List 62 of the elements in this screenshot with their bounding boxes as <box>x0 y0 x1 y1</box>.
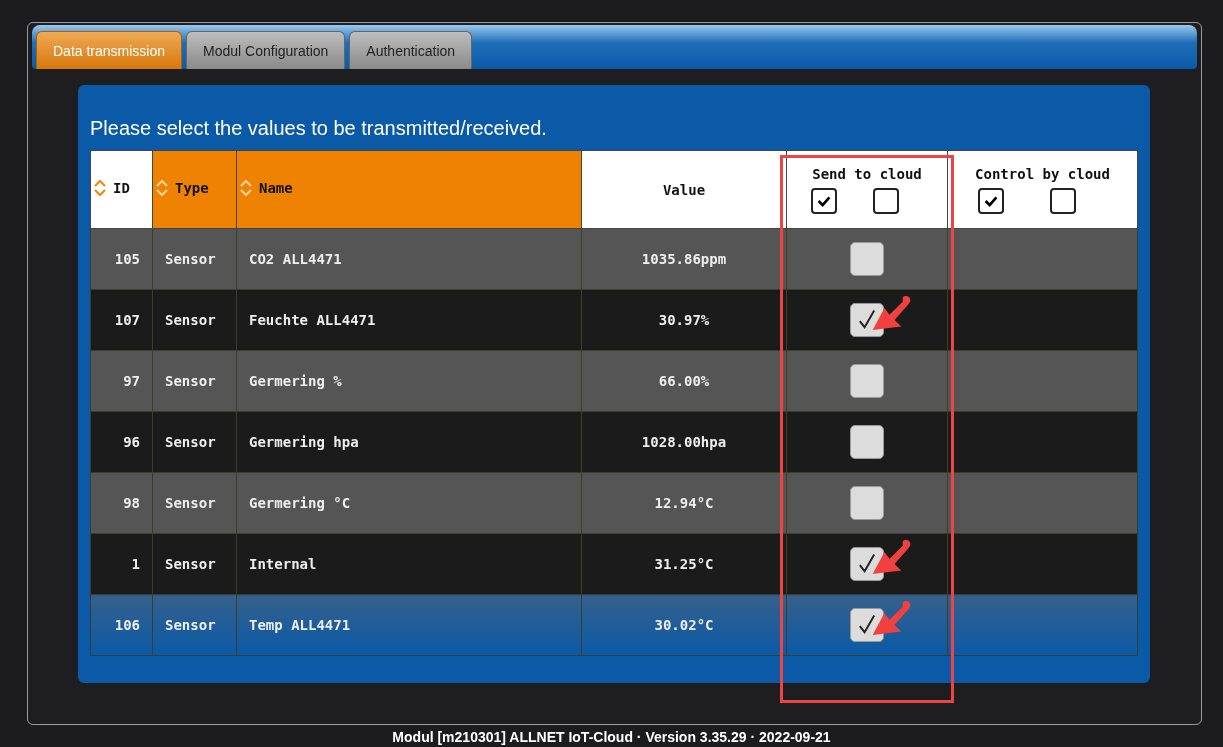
id-text: 98 <box>123 495 140 511</box>
value-text: 31.25°C <box>654 556 714 572</box>
column-label: Control by cloud <box>974 165 1111 182</box>
checkbox[interactable] <box>850 364 884 398</box>
column-header[interactable]: Send to cloud <box>786 150 948 229</box>
checkbox[interactable] <box>850 486 884 520</box>
value-text: 30.97% <box>658 312 710 328</box>
type-text: Sensor <box>165 617 216 633</box>
table-row[interactable]: 107 Sensor Feuchte ALL4471 30.97% <box>90 289 1138 351</box>
id-text: 105 <box>114 251 140 267</box>
value-text: 30.02°C <box>654 617 714 633</box>
column-label: ID <box>113 180 130 196</box>
id-text: 107 <box>114 312 140 328</box>
table-row[interactable]: 105 Sensor CO2 ALL4471 1035.86ppm <box>90 228 1138 290</box>
table-row[interactable]: 1 Sensor Internal 31.25°C <box>90 533 1138 595</box>
footer-text: Modul [m210301] ALLNET IoT-Cloud · Version 3.35.29 · 2022-09-21 <box>391 729 832 745</box>
instruction-text: Please select the values to be transmitted/received. <box>90 117 548 140</box>
checkbox[interactable] <box>873 187 899 214</box>
value-text: 66.00% <box>658 373 710 389</box>
name-text: Feuchte ALL4471 <box>249 312 376 328</box>
checkbox[interactable] <box>811 187 837 214</box>
checkbox[interactable] <box>850 303 884 337</box>
table-row[interactable]: 98 Sensor Germering °C 12.94°C <box>90 472 1138 534</box>
tab[interactable]: Modul Configuration <box>186 31 346 69</box>
id-text: 97 <box>123 373 140 389</box>
checkbox[interactable] <box>850 608 884 642</box>
type-text: Sensor <box>165 556 216 572</box>
type-text: Sensor <box>165 434 216 450</box>
checkbox[interactable] <box>850 242 884 276</box>
column-header[interactable]: ID <box>90 150 153 229</box>
column-header[interactable]: Control by cloud <box>947 150 1138 229</box>
column-header[interactable]: Value <box>581 150 787 229</box>
type-text: Sensor <box>165 312 216 328</box>
checkbox[interactable] <box>850 547 884 581</box>
value-text: 1035.86ppm <box>641 251 727 267</box>
tab[interactable]: Authentication <box>349 31 473 69</box>
column-label: Type <box>175 180 209 196</box>
column-label: Send to cloud <box>811 165 923 182</box>
id-text: 106 <box>114 617 140 633</box>
column-header[interactable]: Name <box>236 150 582 229</box>
name-text: Germering hpa <box>249 434 359 450</box>
type-text: Sensor <box>165 373 216 389</box>
name-text: Germering °C <box>249 495 351 511</box>
id-text: 96 <box>123 434 140 450</box>
column-label: Name <box>259 180 293 196</box>
name-text: Temp ALL4471 <box>249 617 351 633</box>
table-row[interactable]: 96 Sensor Germering hpa 1028.00hpa <box>90 411 1138 473</box>
column-label: Value <box>662 181 706 198</box>
value-text: 1028.00hpa <box>641 434 727 450</box>
column-header[interactable]: Type <box>152 150 237 229</box>
checkbox[interactable] <box>978 187 1004 214</box>
checkbox[interactable] <box>1050 187 1076 214</box>
name-text: Germering % <box>249 373 342 389</box>
table-row[interactable]: 106 Sensor Temp ALL4471 30.02°C <box>90 594 1138 656</box>
name-text: Internal <box>249 556 317 572</box>
value-text: 12.94°C <box>654 495 714 511</box>
type-text: Sensor <box>165 495 216 511</box>
name-text: CO2 ALL4471 <box>249 251 342 267</box>
type-text: Sensor <box>165 251 216 267</box>
checkbox[interactable] <box>850 425 884 459</box>
table-row[interactable]: 97 Sensor Germering % 66.00% <box>90 350 1138 412</box>
id-text: 1 <box>131 556 140 572</box>
